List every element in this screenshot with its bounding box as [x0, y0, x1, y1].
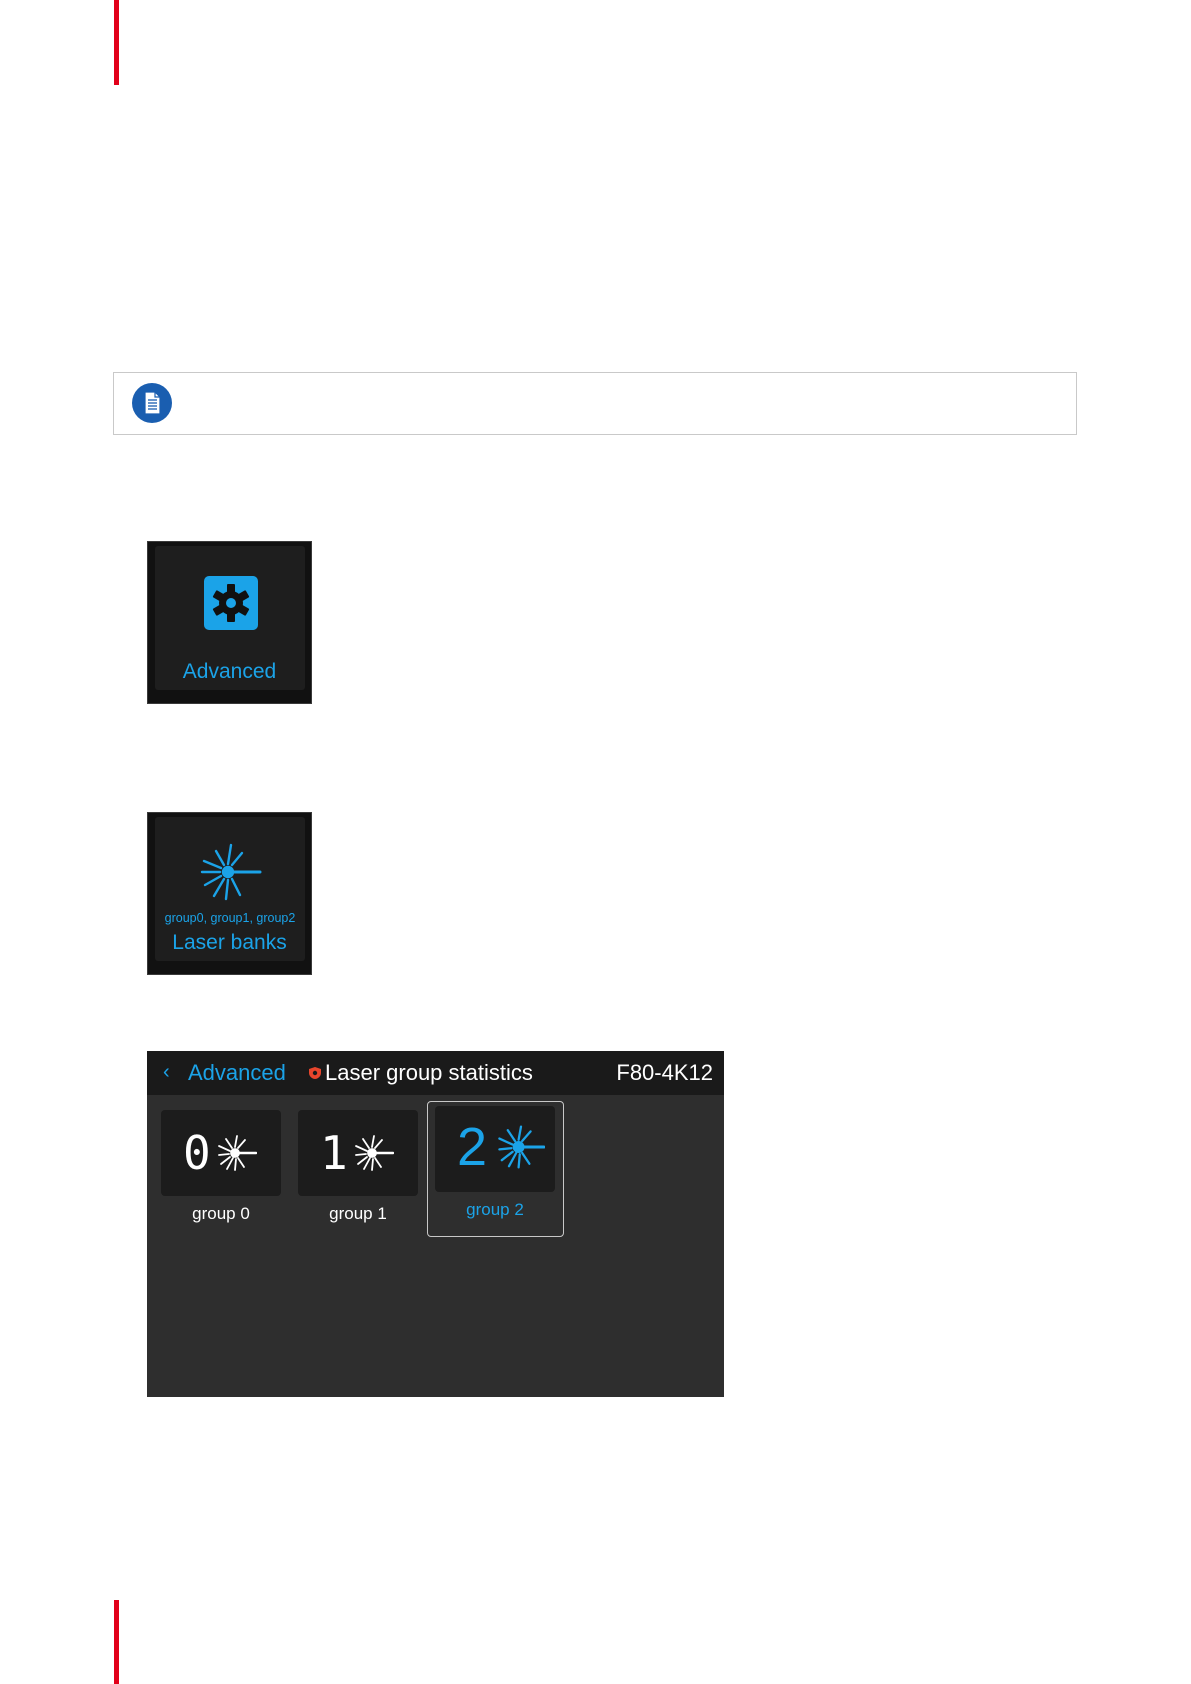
laser-banks-tile-label: Laser banks — [172, 931, 287, 954]
group-1-label: group 1 — [329, 1204, 387, 1223]
page-top-accent-bar — [114, 0, 119, 85]
laser-icon — [497, 1124, 546, 1175]
group-1-number: 1 — [320, 1126, 348, 1180]
group-2-box: 2 — [435, 1106, 555, 1192]
group-0-number: 0 — [183, 1126, 211, 1180]
screen-header: ‹ Advanced Laser group statistics F80-4K… — [147, 1051, 724, 1095]
laser-icon — [217, 1134, 258, 1177]
screen-title: Laser group statistics — [325, 1060, 533, 1085]
projector-model-label: F80-4K12 — [616, 1060, 713, 1085]
gear-icon — [204, 576, 258, 635]
note-box — [113, 372, 1077, 435]
group-2-tile[interactable]: 2 group 2 — [435, 1106, 555, 1226]
alert-shield-icon — [308, 1066, 322, 1080]
group-0-tile[interactable]: 0 group 0 — [161, 1110, 281, 1230]
back-button[interactable]: Advanced — [188, 1060, 286, 1086]
group-0-label: group 0 — [192, 1204, 250, 1223]
advanced-tile[interactable]: Advanced — [147, 541, 312, 704]
laser-banks-tile[interactable]: group0, group1, group2 Laser banks — [147, 812, 312, 975]
group-1-tile[interactable]: 1 group 1 — [298, 1110, 418, 1230]
group-1-box: 1 — [298, 1110, 418, 1196]
laser-banks-groups-text: group0, group1, group2 — [164, 911, 296, 925]
advanced-tile-label: Advanced — [182, 660, 277, 683]
chevron-left-icon[interactable]: ‹ — [163, 1061, 170, 1084]
group-0-box: 0 — [161, 1110, 281, 1196]
group-2-number: 2 — [457, 1117, 488, 1177]
laser-icon — [354, 1134, 395, 1177]
page-bottom-accent-bar — [114, 1600, 119, 1684]
laser-group-statistics-screen: ‹ Advanced Laser group statistics F80-4K… — [147, 1051, 724, 1397]
laser-icon — [200, 843, 262, 906]
note-document-icon — [132, 383, 172, 423]
group-2-label: group 2 — [466, 1200, 524, 1219]
